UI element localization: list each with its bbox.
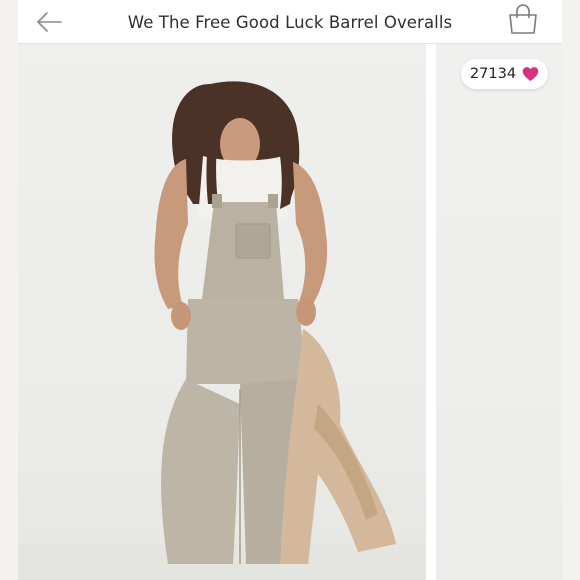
product-photo[interactable] [18, 44, 426, 580]
next-photo-preview[interactable] [436, 44, 562, 580]
heart-icon [522, 66, 539, 82]
photo-divider [426, 44, 436, 580]
page-title: We The Free Good Luck Barrel Overalls [127, 12, 453, 32]
like-button[interactable]: 27134 [461, 59, 548, 89]
left-gutter [0, 0, 18, 580]
right-gutter [562, 0, 580, 580]
back-button[interactable] [34, 8, 64, 36]
arrow-left-icon [34, 12, 64, 40]
shopping-bag-button[interactable] [506, 3, 540, 37]
shopping-bag-icon [506, 4, 540, 41]
top-bar: We The Free Good Luck Barrel Overalls [18, 0, 562, 44]
model-photo [18, 81, 426, 580]
like-count: 27134 [469, 66, 517, 82]
